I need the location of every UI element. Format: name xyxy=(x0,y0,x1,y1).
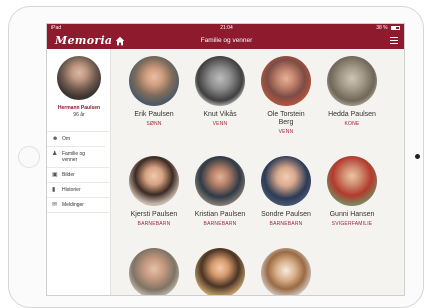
person-name: Sondre Paulsen xyxy=(261,211,311,218)
person-name: Kjersti Paulsen xyxy=(130,211,178,218)
person-card[interactable]: Hedda Paulsen KONE xyxy=(318,56,386,127)
page-title: Familie og venner xyxy=(200,37,253,44)
person-relation: BARNEBARN xyxy=(203,221,237,227)
people-icon: ♟ xyxy=(52,151,58,157)
person-card[interactable] xyxy=(120,248,188,295)
sidebar-menu: ☻ Om ♟ Familie og venner ▣ Bilder ▮ Hist… xyxy=(47,131,111,213)
person-card[interactable] xyxy=(186,248,254,295)
sidebar-item-label: Meldinger xyxy=(62,202,84,208)
sidebar-item-label: Om xyxy=(62,136,71,142)
profile-age: 96 år xyxy=(73,112,85,118)
sidebar-item-label: Bilder xyxy=(62,172,75,178)
person-relation: VENN xyxy=(278,129,294,135)
person-avatar xyxy=(261,56,311,106)
hamburger-menu-icon[interactable] xyxy=(390,37,398,45)
person-name: Hedda Paulsen xyxy=(328,111,376,118)
sidebar: Hermann Paulsen 96 år ☻ Om ♟ Familie og … xyxy=(47,49,111,295)
person-avatar xyxy=(129,56,179,106)
person-card[interactable]: Erik Paulsen SØNN xyxy=(120,56,188,127)
sidebar-item-label: Historier xyxy=(62,187,81,193)
top-navbar: Memoria Familie og venner xyxy=(47,33,404,49)
status-bar: iPad 21:04 38 % xyxy=(47,24,404,33)
battery-percent: 38 % xyxy=(376,25,388,31)
app-screen: iPad 21:04 38 % Memoria Familie og venne… xyxy=(46,23,405,296)
sidebar-item-historier[interactable]: ▮ Historier xyxy=(47,182,111,197)
person-card[interactable]: Sondre Paulsen BARNEBARN xyxy=(252,156,320,227)
sidebar-item-om[interactable]: ☻ Om xyxy=(47,131,111,146)
person-avatar xyxy=(195,248,245,295)
person-relation: BARNEBARN xyxy=(269,221,303,227)
person-name: Erik Paulsen xyxy=(134,111,174,118)
person-card[interactable]: Kristian Paulsen BARNEBARN xyxy=(186,156,254,227)
person-name: Ole Torstein Berg xyxy=(267,111,305,126)
person-card[interactable]: Knut Vikås VENN xyxy=(186,56,254,127)
sidebar-item-bilder[interactable]: ▣ Bilder xyxy=(47,167,111,182)
person-name: Kristian Paulsen xyxy=(194,211,246,218)
microphone-icon: ▮ xyxy=(52,187,56,193)
person-name: Knut Vikås xyxy=(203,111,237,118)
person-relation: SVIGERFAMILIE xyxy=(331,221,373,227)
status-battery: 38 % xyxy=(376,24,400,33)
person-avatar xyxy=(261,248,311,295)
battery-icon xyxy=(391,25,400,30)
sidebar-item-meldinger[interactable]: ✉ Meldinger xyxy=(47,197,111,213)
message-icon: ✉ xyxy=(52,202,58,208)
person-name: Gunni Hansen xyxy=(329,211,375,218)
person-relation: BARNEBARN xyxy=(137,221,171,227)
status-time: 21:04 xyxy=(220,25,233,31)
person-avatar xyxy=(327,56,377,106)
person-avatar xyxy=(195,156,245,206)
photo-icon: ▣ xyxy=(52,172,58,178)
people-grid: Erik Paulsen SØNN Knut Vikås VENN Ole To… xyxy=(111,49,404,295)
person-avatar xyxy=(195,56,245,106)
profile-avatar xyxy=(57,56,101,100)
person-avatar xyxy=(327,156,377,206)
person-card[interactable]: Kjersti Paulsen BARNEBARN xyxy=(120,156,188,227)
sidebar-item-label: Familie og venner xyxy=(62,151,86,163)
person-relation: KONE xyxy=(344,121,360,127)
home-sensor-dot xyxy=(415,154,420,159)
person-card[interactable]: Ole Torstein Berg VENN xyxy=(252,56,320,135)
person-avatar xyxy=(261,156,311,206)
person-avatar xyxy=(129,248,179,295)
person-avatar xyxy=(129,156,179,206)
person-icon: ☻ xyxy=(52,136,59,142)
person-relation: SØNN xyxy=(146,121,162,127)
sidebar-item-familie-og-venner[interactable]: ♟ Familie og venner xyxy=(47,146,105,167)
camera-icon xyxy=(18,146,40,168)
profile-name: Hermann Paulsen xyxy=(57,105,101,111)
person-relation: VENN xyxy=(212,121,228,127)
person-card[interactable] xyxy=(252,248,320,295)
person-card[interactable]: Gunni Hansen SVIGERFAMILIE xyxy=(318,156,386,227)
